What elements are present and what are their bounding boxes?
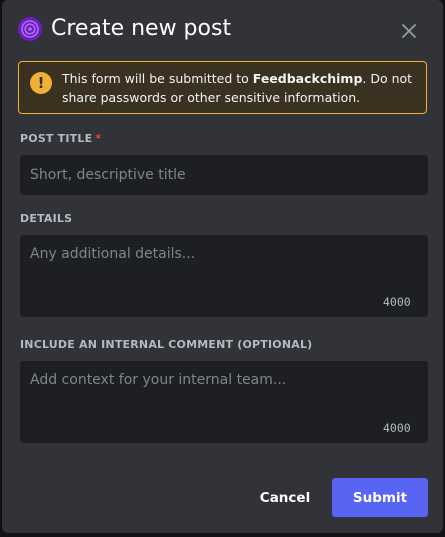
create-post-dialog: Create new post ! This form will be subm…	[2, 0, 443, 533]
required-asterisk: *	[95, 132, 102, 145]
feedbackchimp-logo-icon	[18, 17, 42, 41]
post-title-label: POST TITLE *	[20, 132, 101, 145]
warning-icon: !	[30, 72, 52, 94]
cancel-button[interactable]: Cancel	[247, 479, 323, 517]
dialog-title: Create new post	[51, 16, 232, 41]
submit-button[interactable]: Submit	[332, 478, 428, 517]
details-char-counter: 4000	[383, 295, 411, 309]
post-title-label-text: POST TITLE	[20, 132, 93, 145]
details-label: DETAILS	[20, 212, 73, 225]
internal-comment-label: INCLUDE AN INTERNAL COMMENT (OPTIONAL)	[20, 338, 313, 351]
internal-comment-textarea[interactable]	[20, 361, 428, 443]
dialog-header: Create new post	[2, 0, 443, 60]
close-icon[interactable]	[398, 20, 420, 42]
alert-app-name: Feedbackchimp	[252, 71, 363, 86]
details-textarea[interactable]	[20, 235, 428, 317]
internal-comment-char-counter: 4000	[383, 421, 411, 435]
post-title-input[interactable]	[20, 155, 428, 195]
alert-text-before: This form will be submitted to	[62, 71, 253, 86]
alert-message: This form will be submitted to Feedbackc…	[62, 69, 417, 107]
warning-alert: ! This form will be submitted to Feedbac…	[18, 61, 427, 114]
